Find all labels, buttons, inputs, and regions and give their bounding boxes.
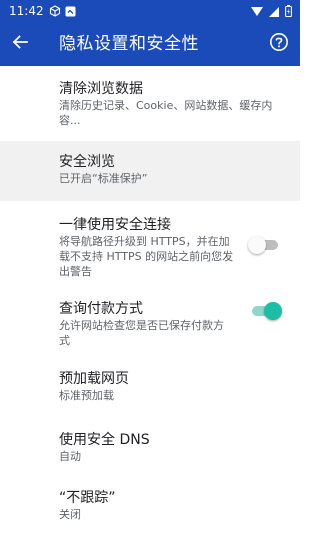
setting-do-not-track[interactable]: “不跟踪” 关闭 — [0, 479, 300, 535]
setting-payment-methods[interactable]: 查询付款方式 允许网站检查您是否已保存付款方式 — [0, 286, 300, 358]
setting-summary: 已开启“标准保护” — [59, 172, 148, 185]
payment-methods-toggle[interactable] — [252, 301, 282, 321]
back-button[interactable] — [6, 30, 34, 58]
setting-summary: 自动 — [59, 450, 81, 463]
setting-title: “不跟踪” — [59, 490, 116, 506]
setting-title: 清除浏览数据 — [59, 81, 143, 97]
app-notification-icon — [65, 6, 76, 17]
setting-safe-browsing[interactable]: 安全浏览 已开启“标准保护” — [0, 141, 300, 201]
setting-summary: 将导航路径升级到 HTTPS，并在加载不支持 HTTPS 的网站之前向您发出警告 — [59, 235, 234, 278]
secure-connections-toggle[interactable] — [248, 235, 278, 255]
help-icon — [269, 32, 289, 56]
setting-title: 使用安全 DNS — [59, 432, 150, 448]
setting-always-use-secure-connections[interactable]: 一律使用安全连接 将导航路径升级到 HTTPS，并在加载不支持 HTTPS 的网… — [0, 201, 300, 286]
app-bar: 隐私设置和安全性 — [0, 22, 300, 66]
setting-title: 预加载网页 — [59, 371, 129, 387]
setting-preload-pages[interactable]: 预加载网页 标准预加载 — [0, 358, 300, 419]
cellular-signal-icon — [269, 2, 279, 21]
setting-clear-browsing-data[interactable]: 清除浏览数据 清除历史记录、Cookie、网站数据、缓存内容... — [0, 66, 300, 141]
setting-title: 安全浏览 — [59, 154, 115, 170]
setting-title: 一律使用安全连接 — [59, 217, 171, 233]
toggle-thumb — [248, 236, 266, 254]
wifi-icon — [251, 2, 263, 21]
status-bar: 11:42 — [0, 0, 300, 22]
setting-title: 查询付款方式 — [59, 301, 143, 317]
arrow-back-icon — [11, 33, 29, 55]
setting-summary: 标准预加载 — [59, 389, 114, 402]
setting-secure-dns[interactable]: 使用安全 DNS 自动 — [0, 419, 300, 479]
setting-summary: 允许网站检查您是否已保存付款方式 — [59, 319, 224, 347]
status-right-icons — [251, 2, 292, 21]
cube-icon — [49, 5, 61, 17]
status-time: 11:42 — [9, 4, 44, 18]
help-button[interactable] — [266, 31, 292, 57]
toggle-thumb — [264, 302, 282, 320]
page-title: 隐私设置和安全性 — [59, 34, 199, 54]
battery-icon — [285, 2, 292, 21]
setting-summary: 清除历史记录、Cookie、网站数据、缓存内容... — [59, 99, 273, 127]
setting-summary: 关闭 — [59, 508, 81, 521]
settings-list: 清除浏览数据 清除历史记录、Cookie、网站数据、缓存内容... 安全浏览 已… — [0, 66, 300, 535]
